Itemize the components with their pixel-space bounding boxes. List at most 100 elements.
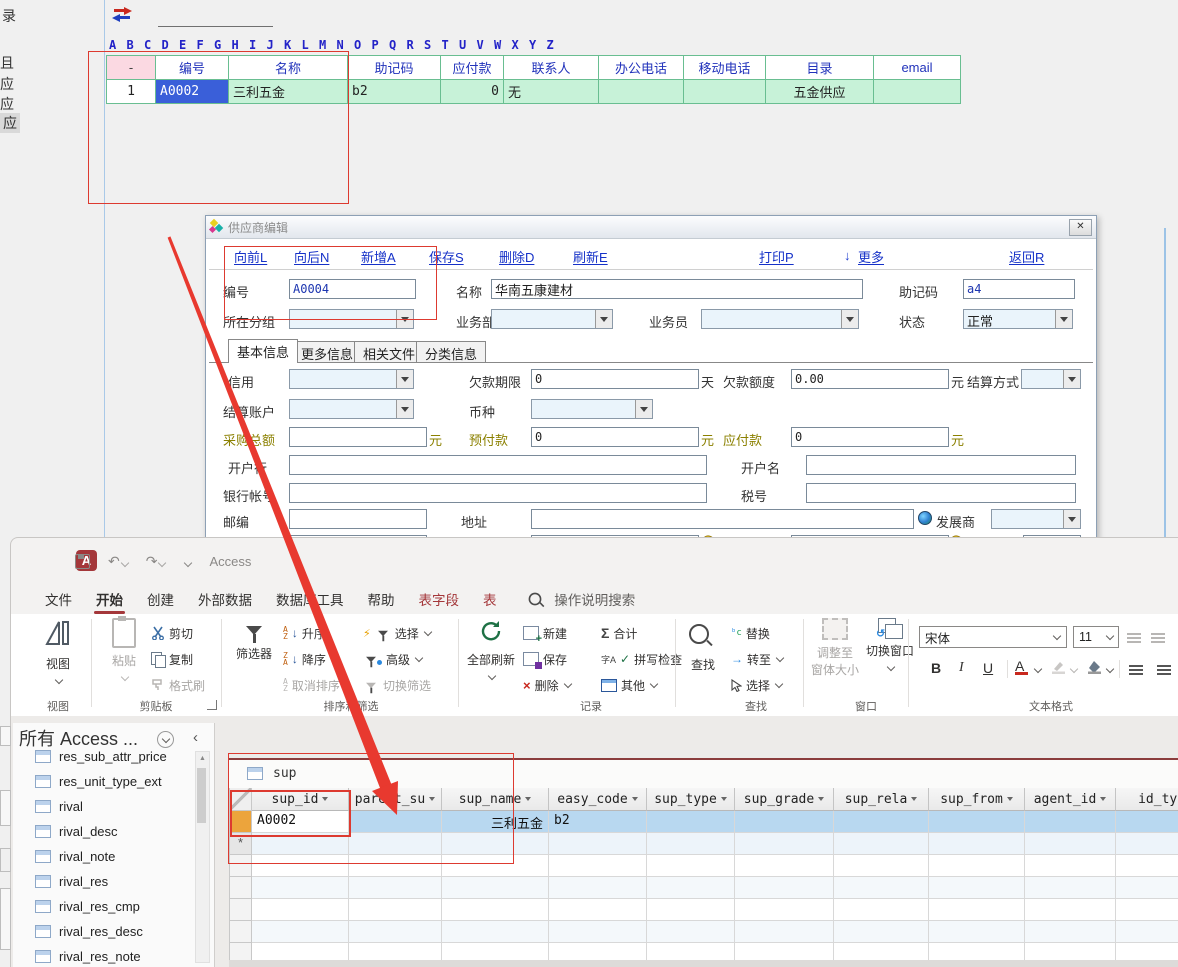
grid-header[interactable]: 联系人 <box>504 56 599 80</box>
add-button[interactable]: 新增A <box>361 247 396 266</box>
nav-item[interactable]: rival_res <box>35 874 108 889</box>
more-button[interactable]: 更多 <box>858 247 884 266</box>
cell[interactable] <box>442 833 549 855</box>
align-center-icon[interactable] <box>1157 662 1171 678</box>
column-header[interactable]: agent_id <box>1025 788 1116 811</box>
cut-button[interactable]: 剪切 <box>151 622 193 644</box>
column-header[interactable]: sup_grade <box>735 788 834 811</box>
grid-cell-email[interactable] <box>874 80 961 104</box>
tab-file[interactable]: 文件 <box>33 589 84 609</box>
collapse-pane-icon[interactable]: ‹ <box>193 729 198 746</box>
fill-color-dropdown-icon[interactable] <box>1106 665 1114 673</box>
cell-sup-id[interactable]: A0002 <box>252 811 349 833</box>
column-letter[interactable]: B <box>127 38 145 52</box>
column-dropdown-icon[interactable] <box>1007 797 1013 801</box>
column-letter[interactable]: R <box>407 38 425 52</box>
debt-limit-field[interactable] <box>791 369 949 389</box>
swap-arrows-icon[interactable] <box>112 7 132 22</box>
column-dropdown-icon[interactable] <box>1100 797 1106 801</box>
column-header[interactable]: easy_code <box>549 788 647 811</box>
grid-header-minus[interactable]: - <box>107 56 156 80</box>
side-label[interactable]: 录 <box>2 6 16 26</box>
tab-table[interactable]: 表 <box>471 589 509 609</box>
underline-button[interactable]: U <box>983 660 993 676</box>
cell[interactable] <box>735 811 834 833</box>
developer-select[interactable] <box>991 509 1081 529</box>
debt-period-field[interactable] <box>531 369 699 389</box>
row-selector[interactable] <box>229 811 252 833</box>
column-letter[interactable]: W <box>494 38 512 52</box>
align-left-icon[interactable] <box>1129 662 1143 678</box>
column-letter[interactable]: G <box>214 38 232 52</box>
more-records-button[interactable]: 其他 <box>601 674 657 696</box>
column-dropdown-icon[interactable] <box>632 797 638 801</box>
scroll-up-icon[interactable]: ▲ <box>196 752 209 766</box>
column-letter[interactable]: F <box>197 38 215 52</box>
undo-icon[interactable]: ↶ <box>108 553 128 570</box>
close-icon[interactable]: ✕ <box>1069 219 1092 236</box>
find-button[interactable]: 查找 <box>681 618 725 673</box>
grid-header[interactable]: 应付款 <box>441 56 504 80</box>
format-painter-button[interactable]: 格式刷 <box>151 674 205 696</box>
font-color-dropdown-icon[interactable] <box>1034 665 1042 673</box>
column-letter[interactable]: K <box>284 38 302 52</box>
copy-button[interactable]: 复制 <box>151 648 193 670</box>
code-field[interactable] <box>289 279 416 299</box>
tab-create[interactable]: 创建 <box>135 589 186 609</box>
column-dropdown-icon[interactable] <box>911 797 917 801</box>
column-letter[interactable]: E <box>179 38 197 52</box>
filter-button[interactable]: 筛选器 <box>229 618 279 662</box>
save-record-button[interactable]: 保存 <box>523 648 567 670</box>
nav-item[interactable]: rival_res_note <box>35 949 141 964</box>
salesman-select[interactable] <box>701 309 859 329</box>
grid-cell-mnemonic[interactable]: b2 <box>348 80 441 104</box>
totals-button[interactable]: Σ合计 <box>601 622 637 644</box>
column-dropdown-icon[interactable] <box>721 797 727 801</box>
italic-button[interactable]: I <box>959 660 964 676</box>
tell-me-search[interactable]: 操作说明搜索 <box>527 589 636 609</box>
nav-item[interactable]: rival_res_cmp <box>35 899 140 914</box>
row-number-cell[interactable]: 1 <box>107 80 156 104</box>
tab-external-data[interactable]: 外部数据 <box>186 589 264 609</box>
grid-header[interactable]: email <box>874 56 961 80</box>
numbering-icon[interactable] <box>1151 630 1165 646</box>
column-dropdown-icon[interactable] <box>429 797 435 801</box>
tab-table-fields[interactable]: 表字段 <box>407 589 472 609</box>
sort-asc-button[interactable]: AZ↓升序 <box>283 622 326 644</box>
grid-cell-catalog[interactable]: 五金供应 <box>766 80 874 104</box>
column-header[interactable]: sup_id <box>252 788 349 811</box>
grid-cell-name[interactable]: 三利五金 <box>229 80 348 104</box>
group-select[interactable] <box>289 309 414 329</box>
cell[interactable] <box>735 833 834 855</box>
nav-item[interactable]: rival_res_desc <box>35 924 143 939</box>
bank-no-field[interactable] <box>289 483 707 503</box>
tab-category-info[interactable]: 分类信息 <box>416 341 486 362</box>
grid-header[interactable]: 名称 <box>229 56 348 80</box>
nav-item[interactable]: res_unit_type_ext <box>35 774 162 789</box>
nav-scrollbar[interactable]: ▲ <box>195 751 210 963</box>
grid-cell-code[interactable]: A0002 <box>156 80 229 104</box>
cell[interactable] <box>1025 811 1116 833</box>
bullets-icon[interactable] <box>1127 630 1141 646</box>
column-letter[interactable]: I <box>249 38 267 52</box>
column-dropdown-icon[interactable] <box>525 797 531 801</box>
refresh-all-button[interactable]: 全部刷新 <box>463 618 519 682</box>
new-record-selector[interactable]: * <box>229 833 252 855</box>
new-record-button[interactable]: + 新建 <box>523 622 567 644</box>
select-button[interactable]: 选择 <box>731 674 782 696</box>
tab-basic-info[interactable]: 基本信息 <box>228 339 298 363</box>
column-letter[interactable]: Y <box>529 38 547 52</box>
column-header[interactable]: id_type <box>1116 788 1178 811</box>
cell[interactable] <box>1116 833 1178 855</box>
column-letter[interactable]: O <box>354 38 372 52</box>
column-header[interactable]: parent_su <box>349 788 442 811</box>
return-button[interactable]: 返回R <box>1009 247 1044 266</box>
column-letter[interactable]: C <box>144 38 162 52</box>
column-letter[interactable]: S <box>424 38 442 52</box>
tab-more-info[interactable]: 更多信息 <box>292 341 362 362</box>
tax-no-field[interactable] <box>806 483 1076 503</box>
column-letter[interactable]: X <box>512 38 530 52</box>
column-header[interactable]: sup_type <box>647 788 735 811</box>
selection-button[interactable]: ⚡选择 <box>363 622 431 644</box>
tab-related-files[interactable]: 相关文件 <box>354 341 424 362</box>
